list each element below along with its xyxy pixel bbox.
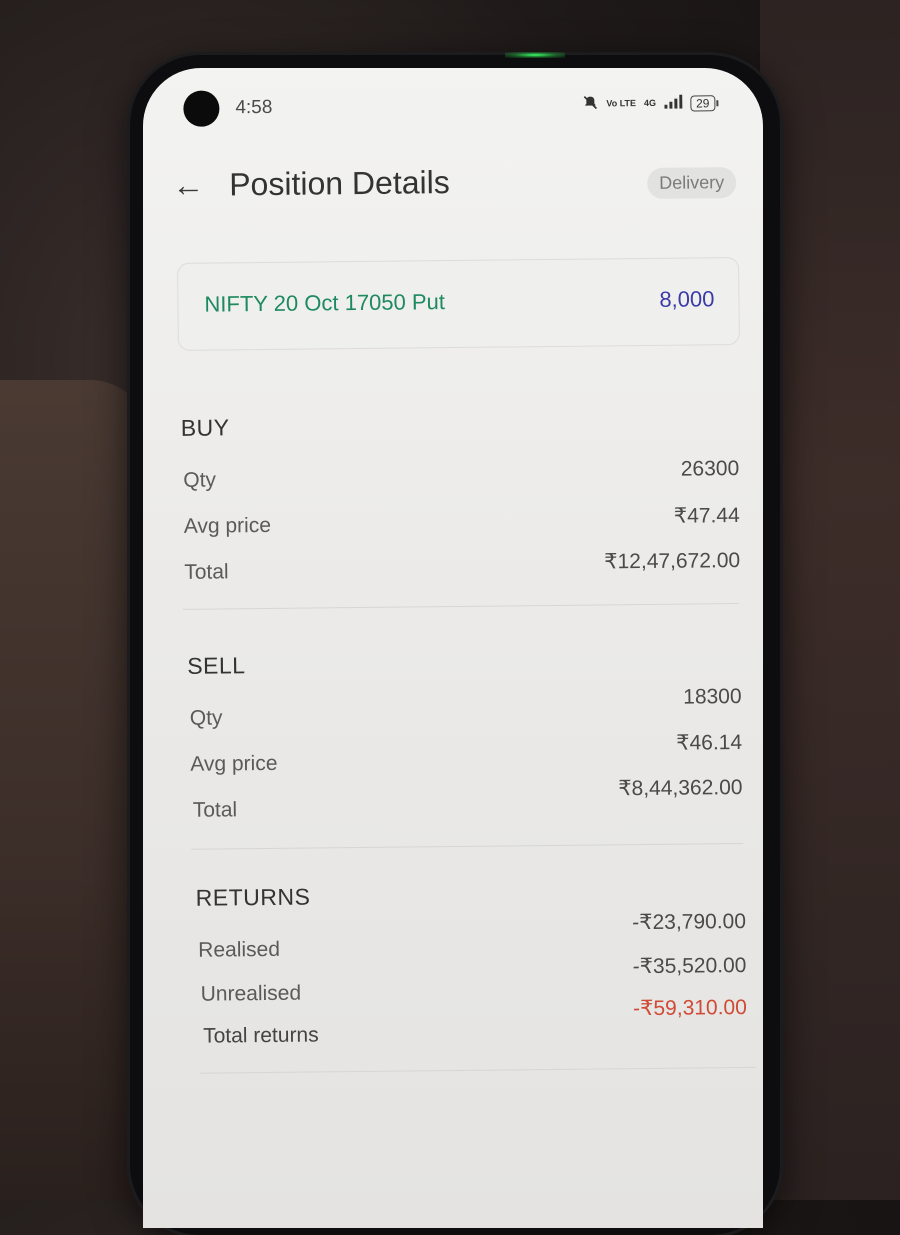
buy-section-title: BUY	[180, 414, 230, 441]
realised-label: Realised	[198, 937, 281, 962]
instrument-card[interactable]: NIFTY 20 Oct 17050 Put 8,000	[177, 257, 740, 351]
instrument-name: NIFTY 20 Oct 17050 Put	[204, 289, 446, 317]
notification-led	[505, 52, 565, 58]
photo-background-left	[0, 380, 150, 1200]
buy-qty-label: Qty	[183, 468, 217, 492]
buy-total-label: Total	[184, 560, 229, 584]
realised-value: -₹23,790.00	[632, 909, 747, 935]
sell-total-value: ₹8,44,362.00	[618, 776, 743, 801]
buy-total-value: ₹12,47,672.00	[604, 549, 741, 574]
sell-avg-price-label: Avg price	[190, 751, 278, 776]
buy-avg-price-label: Avg price	[183, 513, 272, 538]
status-icons: Vo LTE 4G 29	[582, 93, 716, 113]
divider	[182, 603, 739, 610]
sell-section-title: SELL	[187, 652, 246, 679]
battery-icon: 29	[689, 94, 716, 112]
network-label: Vo LTE	[606, 98, 637, 109]
photo-background-right	[760, 0, 900, 1200]
front-camera	[183, 90, 220, 127]
returns-section-title: RETURNS	[195, 883, 311, 911]
sell-avg-price-value: ₹46.14	[676, 731, 743, 755]
divider	[191, 843, 744, 850]
unrealised-value: -₹35,520.00	[632, 953, 747, 979]
back-arrow-icon[interactable]: ←	[172, 167, 204, 204]
sell-total-label: Total	[192, 798, 238, 822]
phone-screen: 4:58 Vo LTE 4G 29 ← Position Details Del…	[143, 68, 763, 1228]
product-type-chip: Delivery	[647, 167, 737, 199]
total-returns-value: -₹59,310.00	[632, 995, 747, 1021]
mute-icon	[582, 94, 598, 113]
divider	[199, 1066, 756, 1074]
signal-icon	[664, 94, 683, 112]
total-returns-label: Total returns	[203, 1023, 319, 1048]
buy-qty-value: 26300	[680, 457, 740, 481]
network-type: 4G	[643, 97, 657, 109]
unrealised-label: Unrealised	[200, 981, 302, 1006]
sell-qty-label: Qty	[189, 706, 223, 730]
buy-avg-price-value: ₹47.44	[673, 504, 740, 528]
page-title: Position Details	[229, 164, 450, 203]
status-time: 4:58	[235, 96, 273, 119]
sell-qty-value: 18300	[683, 685, 742, 709]
net-quantity: 8,000	[659, 286, 715, 312]
